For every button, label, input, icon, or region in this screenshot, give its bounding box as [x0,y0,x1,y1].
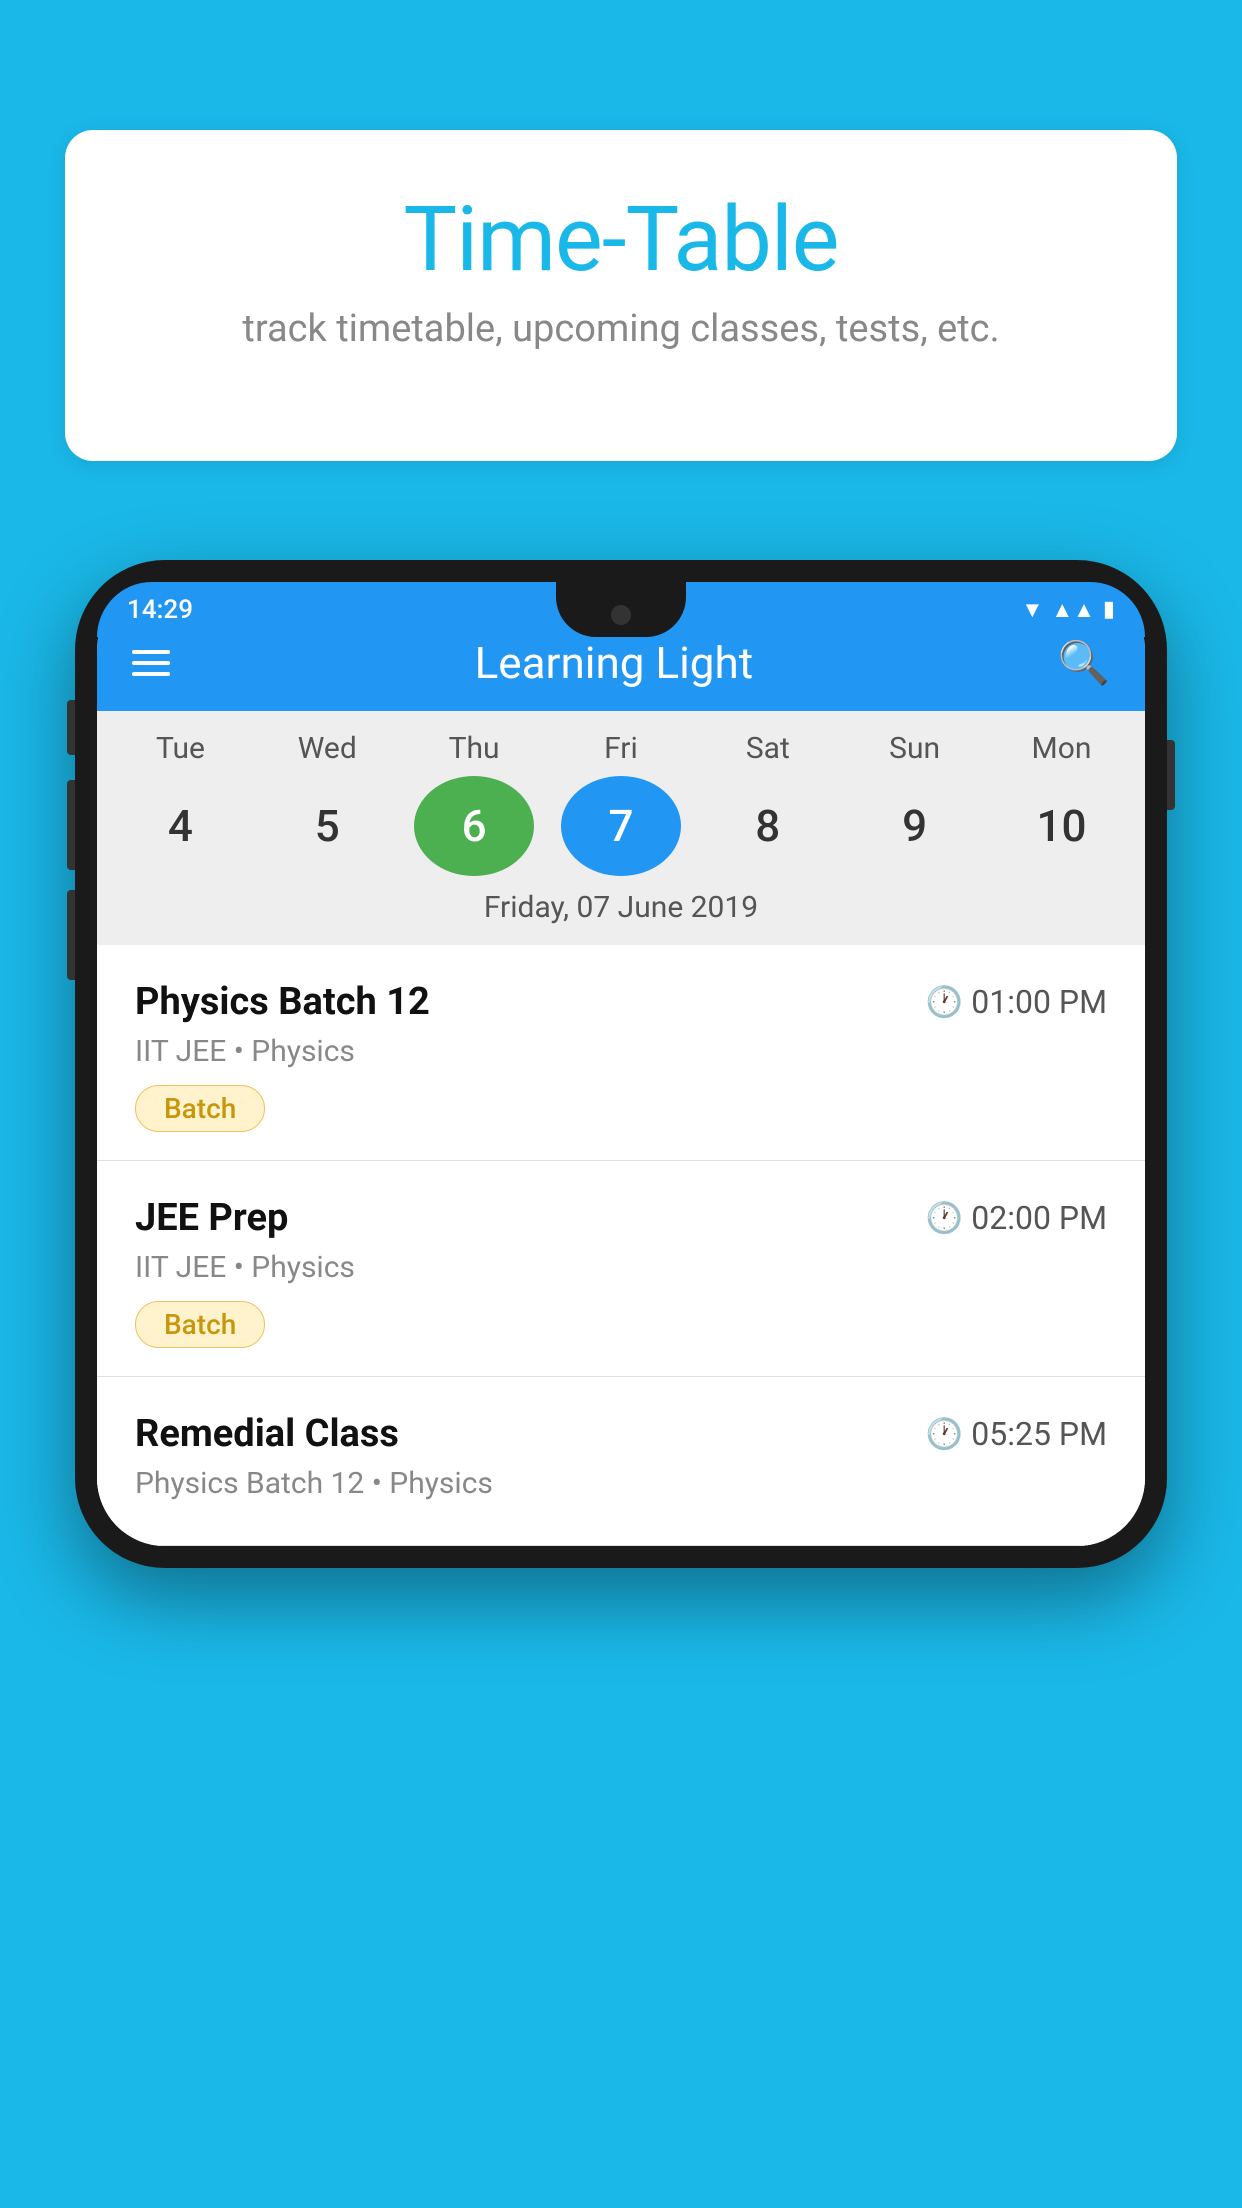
search-button[interactable]: 🔍 [1058,639,1110,688]
volume-up-button [67,780,75,870]
silent-button [67,700,75,755]
status-time: 14:29 [127,595,193,625]
date-8[interactable]: 8 [708,776,828,876]
class-item-2[interactable]: JEE Prep 🕐 02:00 PM IIT JEE • Physics Ba… [97,1161,1145,1377]
app-title: Learning Light [475,637,754,689]
class-time-text-1: 01:00 PM [971,983,1107,1021]
hamburger-line-3 [132,672,170,676]
class-time-3: 🕐 05:25 PM [926,1415,1107,1453]
front-camera [611,605,631,625]
clock-icon-2: 🕐 [926,1201,963,1236]
class-time-text-3: 05:25 PM [971,1415,1107,1453]
class-item-1-header: Physics Batch 12 🕐 01:00 PM [135,980,1107,1024]
notch [556,582,686,637]
hamburger-line-1 [132,650,170,654]
battery-icon: ▮ [1103,597,1115,622]
date-6-today[interactable]: 6 [414,776,534,876]
phone-screen: Learning Light 🔍 Tue Wed Thu Fri Sat Sun… [97,582,1145,1546]
day-thu: Thu [414,731,534,766]
bubble-subtitle: track timetable, upcoming classes, tests… [115,307,1127,351]
status-icons: ▼ ▲▲ ▮ [1022,597,1115,623]
hamburger-line-2 [132,661,170,665]
selected-date-label: Friday, 07 June 2019 [107,890,1135,937]
class-meta-2: IIT JEE • Physics [135,1250,1107,1285]
class-name-3: Remedial Class [135,1412,399,1456]
date-4[interactable]: 4 [120,776,240,876]
class-item-3-header: Remedial Class 🕐 05:25 PM [135,1412,1107,1456]
class-time-2: 🕐 02:00 PM [926,1199,1107,1237]
signal-icon: ▲▲ [1051,597,1095,623]
class-name-1: Physics Batch 12 [135,980,430,1024]
calendar-section: Tue Wed Thu Fri Sat Sun Mon 4 5 6 7 8 9 … [97,711,1145,945]
date-5[interactable]: 5 [267,776,387,876]
class-item-3[interactable]: Remedial Class 🕐 05:25 PM Physics Batch … [97,1377,1145,1546]
class-name-2: JEE Prep [135,1196,288,1240]
dates-row: 4 5 6 7 8 9 10 [107,776,1135,876]
batch-badge-1: Batch [135,1085,265,1132]
class-list: Physics Batch 12 🕐 01:00 PM IIT JEE • Ph… [97,945,1145,1546]
class-meta-1: IIT JEE • Physics [135,1034,1107,1069]
class-item-1[interactable]: Physics Batch 12 🕐 01:00 PM IIT JEE • Ph… [97,945,1145,1161]
day-sat: Sat [708,731,828,766]
class-meta-3: Physics Batch 12 • Physics [135,1466,1107,1501]
day-fri: Fri [561,731,681,766]
clock-icon-1: 🕐 [926,985,963,1020]
class-item-2-header: JEE Prep 🕐 02:00 PM [135,1196,1107,1240]
day-tue: Tue [120,731,240,766]
date-10[interactable]: 10 [1001,776,1121,876]
date-7-selected[interactable]: 7 [561,776,681,876]
bubble-title: Time-Table [115,190,1127,289]
volume-down-button [67,890,75,980]
day-mon: Mon [1001,731,1121,766]
days-header: Tue Wed Thu Fri Sat Sun Mon [107,731,1135,766]
phone-outer: 14:29 ▼ ▲▲ ▮ Learning Light 🔍 [75,560,1167,1568]
phone-wrapper: 14:29 ▼ ▲▲ ▮ Learning Light 🔍 [75,560,1167,2208]
power-button [1167,740,1175,810]
wifi-icon: ▼ [1022,597,1044,623]
class-time-1: 🕐 01:00 PM [926,983,1107,1021]
speech-bubble: Time-Table track timetable, upcoming cla… [65,130,1177,461]
clock-icon-3: 🕐 [926,1417,963,1452]
hamburger-menu-button[interactable] [132,650,170,676]
date-9[interactable]: 9 [855,776,975,876]
speech-bubble-container: Time-Table track timetable, upcoming cla… [65,130,1177,461]
class-time-text-2: 02:00 PM [971,1199,1107,1237]
batch-badge-2: Batch [135,1301,265,1348]
day-wed: Wed [267,731,387,766]
day-sun: Sun [855,731,975,766]
